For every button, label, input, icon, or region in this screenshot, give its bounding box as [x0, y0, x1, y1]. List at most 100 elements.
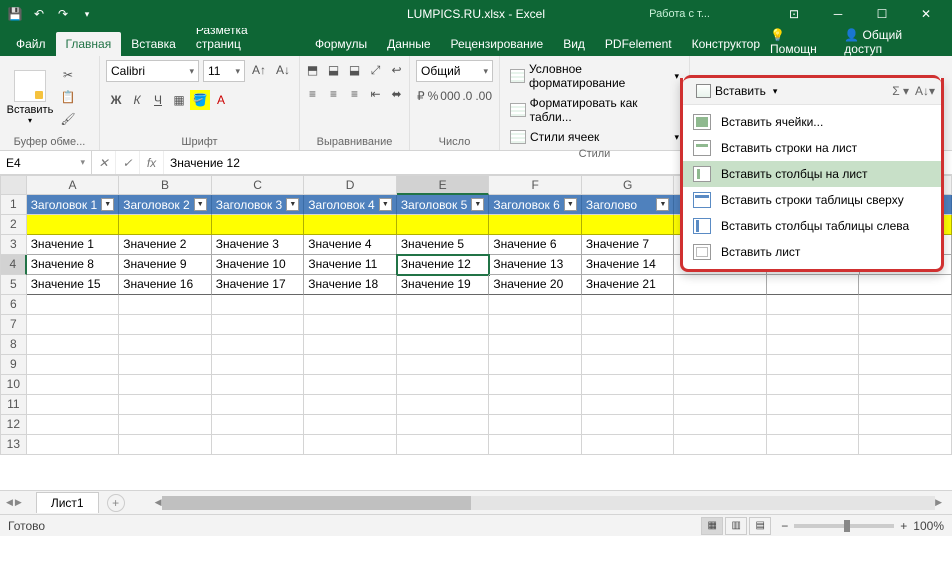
filter-dropdown-icon[interactable]: ▼	[471, 198, 484, 211]
cell[interactable]	[674, 295, 767, 315]
cell[interactable]	[27, 375, 120, 395]
font-name-combo[interactable]: Calibri▾	[106, 60, 199, 82]
cell[interactable]: Значение 1	[27, 235, 120, 255]
cell[interactable]	[582, 215, 675, 235]
column-header[interactable]: A	[27, 175, 120, 195]
cell[interactable]	[767, 335, 860, 355]
zoom-level[interactable]: 100%	[913, 519, 944, 533]
cell[interactable]	[119, 295, 212, 315]
share-button[interactable]: 👤 Общий доступ	[844, 28, 942, 56]
cell[interactable]	[212, 435, 305, 455]
row-header[interactable]: 9	[0, 355, 27, 375]
tab-formulas[interactable]: Формулы	[305, 32, 377, 56]
cell[interactable]: Значение 13	[489, 255, 582, 275]
wrap-text-icon[interactable]: ↩	[387, 60, 407, 80]
filter-dropdown-icon[interactable]: ▼	[286, 198, 299, 211]
inc-decimal-icon[interactable]: .0	[461, 86, 473, 106]
cell[interactable]	[119, 395, 212, 415]
add-sheet-button[interactable]: +	[107, 494, 125, 512]
row-header[interactable]: 11	[0, 395, 27, 415]
cell[interactable]	[859, 315, 952, 335]
cell[interactable]: Значение 15	[27, 275, 120, 295]
cell[interactable]: Значение 11	[304, 255, 397, 275]
zoom-out-button[interactable]: −	[781, 519, 788, 533]
cell[interactable]	[304, 215, 397, 235]
align-left-icon[interactable]: ≡	[303, 84, 323, 104]
fill-color-button[interactable]: 🪣	[190, 90, 210, 110]
cell[interactable]	[27, 335, 120, 355]
cell[interactable]: Значение 3	[212, 235, 305, 255]
row-header[interactable]: 2	[0, 215, 27, 235]
cell[interactable]: Заголовок 2▼	[119, 195, 212, 215]
maximize-button[interactable]: ☐	[862, 0, 902, 28]
row-header[interactable]: 5	[0, 275, 27, 295]
cell[interactable]	[212, 335, 305, 355]
cell[interactable]	[489, 335, 582, 355]
cell[interactable]	[397, 435, 490, 455]
cell[interactable]: Заголовок 1▼	[27, 195, 120, 215]
cut-icon[interactable]: ✂	[58, 65, 78, 85]
normal-view-icon[interactable]: ▦	[701, 517, 723, 535]
qat-more-icon[interactable]: ▾	[78, 5, 96, 23]
cell[interactable]	[304, 315, 397, 335]
cell[interactable]	[119, 415, 212, 435]
cell[interactable]	[674, 415, 767, 435]
cell[interactable]: Значение 4	[304, 235, 397, 255]
cancel-formula-icon[interactable]: ✕	[92, 151, 116, 174]
cell[interactable]	[859, 355, 952, 375]
align-bottom-icon[interactable]: ⬓	[345, 60, 365, 80]
sort-filter-icon[interactable]: A↓▾	[915, 84, 935, 98]
cell[interactable]: Значение 7	[582, 235, 675, 255]
cell[interactable]	[582, 295, 675, 315]
row-header[interactable]: 8	[0, 335, 27, 355]
cell[interactable]	[859, 375, 952, 395]
cell[interactable]	[859, 415, 952, 435]
cell[interactable]	[582, 335, 675, 355]
cell[interactable]	[674, 395, 767, 415]
dec-decimal-icon[interactable]: .00	[474, 86, 493, 106]
cell[interactable]: Заголовок 3▼	[212, 195, 305, 215]
filter-dropdown-icon[interactable]: ▼	[564, 198, 577, 211]
tab-pdfelement[interactable]: PDFelement	[595, 32, 682, 56]
cell[interactable]	[674, 435, 767, 455]
align-middle-icon[interactable]: ⬓	[324, 60, 344, 80]
cell[interactable]	[397, 335, 490, 355]
cell[interactable]	[27, 415, 120, 435]
cell[interactable]	[304, 335, 397, 355]
insert-menu-item[interactable]: Вставить лист	[683, 239, 941, 265]
tab-file[interactable]: Файл	[6, 32, 56, 56]
page-break-view-icon[interactable]: ▤	[749, 517, 771, 535]
tab-home[interactable]: Главная	[56, 32, 122, 56]
font-color-button[interactable]: A	[211, 90, 231, 110]
tab-nav-prev[interactable]: ◀	[6, 497, 13, 508]
tab-review[interactable]: Рецензирование	[441, 32, 554, 56]
column-header[interactable]: C	[212, 175, 305, 195]
align-center-icon[interactable]: ≡	[324, 84, 344, 104]
cell[interactable]	[212, 315, 305, 335]
cell[interactable]: Заголово▼	[582, 195, 675, 215]
undo-icon[interactable]: ↶	[30, 5, 48, 23]
currency-icon[interactable]: ₽	[416, 86, 426, 106]
autosum-icon[interactable]: Σ ▾	[892, 84, 909, 98]
row-header[interactable]: 3	[0, 235, 27, 255]
tab-insert[interactable]: Вставка	[121, 32, 186, 56]
column-header[interactable]: F	[489, 175, 582, 195]
cell[interactable]	[582, 395, 675, 415]
cell[interactable]	[582, 375, 675, 395]
number-format-combo[interactable]: Общий▾	[416, 60, 493, 82]
filter-dropdown-icon[interactable]: ▼	[194, 198, 207, 211]
insert-menu-item[interactable]: Вставить строки таблицы сверху	[683, 187, 941, 213]
cell[interactable]	[767, 315, 860, 335]
conditional-formatting-button[interactable]: Условное форматирование▾	[506, 60, 683, 92]
cell[interactable]	[27, 315, 120, 335]
cell[interactable]	[212, 375, 305, 395]
cell[interactable]	[304, 355, 397, 375]
cell[interactable]: Значение 20	[489, 275, 582, 295]
cell[interactable]: Значение 18	[304, 275, 397, 295]
insert-menu-item[interactable]: Вставить столбцы на лист	[683, 161, 941, 187]
cell[interactable]	[397, 215, 490, 235]
tab-data[interactable]: Данные	[377, 32, 440, 56]
merge-icon[interactable]: ⬌	[387, 84, 407, 104]
cell[interactable]	[767, 415, 860, 435]
cell[interactable]	[27, 295, 120, 315]
